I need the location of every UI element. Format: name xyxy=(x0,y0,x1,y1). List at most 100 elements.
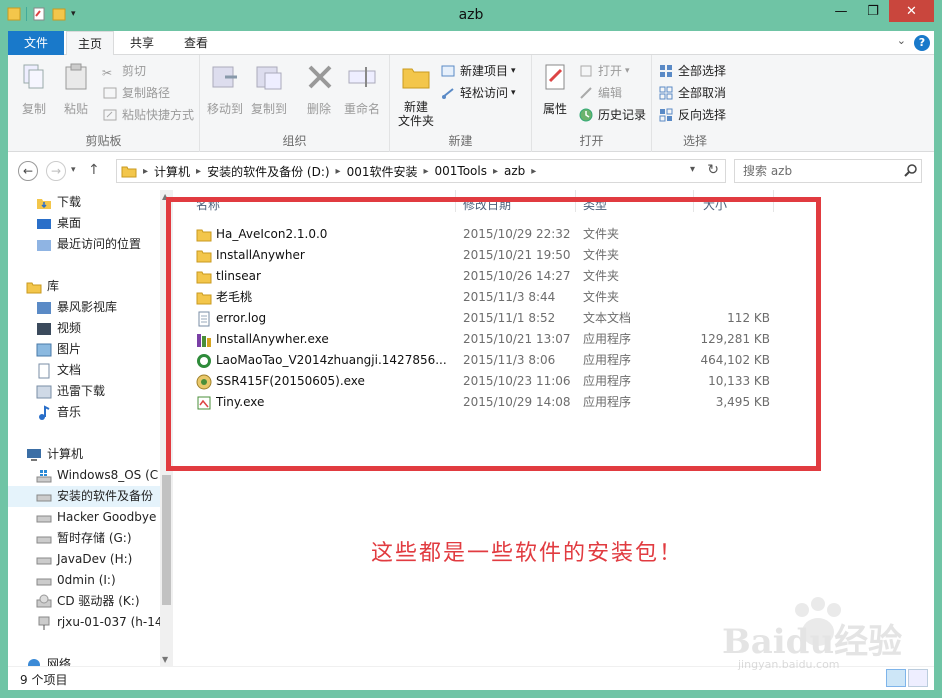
search-icon[interactable] xyxy=(904,163,918,177)
search-input[interactable]: 搜索 azb xyxy=(734,159,922,183)
recent-locations-icon[interactable]: ▾ xyxy=(71,165,76,175)
column-divider[interactable] xyxy=(693,190,694,212)
music-icon xyxy=(39,404,50,420)
select-all-button[interactable]: 全部选择 xyxy=(658,61,726,81)
nav-item-drive-d[interactable]: 安装的软件及备份 xyxy=(8,486,160,507)
nav-item-videos[interactable]: 视频 xyxy=(36,318,81,339)
file-row[interactable]: Ha_AveIcon2.1.0.0 2015/10/29 22:32 文件夹 xyxy=(196,224,776,245)
breadcrumb-separator-icon[interactable]: ▸ xyxy=(196,166,201,177)
up-icon[interactable]: ↑ xyxy=(88,162,100,178)
move-to-button[interactable]: 移动到 xyxy=(206,61,244,117)
nav-item-drive-i[interactable]: 0dmin (I:) xyxy=(36,570,116,591)
new-item-button[interactable]: 新建项目 ▾ xyxy=(440,61,516,81)
breadcrumb-separator-icon[interactable]: ▸ xyxy=(143,166,148,177)
breadcrumb-computer[interactable]: 计算机 xyxy=(154,163,190,180)
nav-item-music[interactable]: 音乐 xyxy=(36,402,81,423)
nav-item-pictures[interactable]: 图片 xyxy=(36,339,81,360)
nav-item-libraries[interactable]: 库 xyxy=(26,276,59,297)
history-button[interactable]: 历史记录 xyxy=(578,105,646,125)
scroll-up-icon[interactable]: ▲ xyxy=(162,192,168,201)
file-row[interactable]: 老毛桃 2015/11/3 8:44 文件夹 xyxy=(196,287,776,308)
back-icon[interactable]: ← xyxy=(18,161,38,181)
column-header-type[interactable]: 类型 xyxy=(583,196,607,213)
nav-scrollbar-thumb[interactable] xyxy=(162,475,171,605)
chevron-down-icon[interactable]: ⌄ xyxy=(897,34,906,47)
xunlei-icon xyxy=(36,385,52,398)
file-row[interactable]: InstallAnywher.exe 2015/10/21 13:07 应用程序… xyxy=(196,329,776,350)
copy-to-button[interactable]: 复制到 xyxy=(250,61,288,117)
nav-item-drive-hacker[interactable]: Hacker Goodbye xyxy=(36,507,156,528)
breadcrumb-separator-icon[interactable]: ▸ xyxy=(493,166,498,177)
file-row[interactable]: SSR415F(20150605).exe 2015/10/23 11:06 应… xyxy=(196,371,776,392)
file-row[interactable]: error.log 2015/11/1 8:52 文本文档 112 KB xyxy=(196,308,776,329)
file-row[interactable]: Tiny.exe 2015/10/29 14:08 应用程序 3,495 KB xyxy=(196,392,776,413)
rename-button[interactable]: 重命名 xyxy=(342,61,382,117)
new-folder-button[interactable]: 新建 文件夹 xyxy=(394,61,438,128)
nav-label: 0dmin (I:) xyxy=(57,573,116,587)
easy-access-button[interactable]: 轻松访问 ▾ xyxy=(440,83,516,103)
copy-button[interactable]: 复制 xyxy=(16,61,52,117)
nav-item-network-drive[interactable]: rjxu-01-037 (h-14 xyxy=(36,612,163,633)
delete-button[interactable]: 删除 xyxy=(304,61,334,117)
nav-item-documents[interactable]: 文档 xyxy=(36,360,81,381)
maximize-icon[interactable]: ❐ xyxy=(857,0,889,22)
paste-shortcut-button[interactable]: 粘贴快捷方式 xyxy=(102,105,194,125)
open-button[interactable]: 打开 ▾ xyxy=(578,61,630,81)
column-divider[interactable] xyxy=(773,190,774,212)
file-size: 464,102 KB xyxy=(700,353,770,367)
tab-share[interactable]: 共享 xyxy=(118,31,166,55)
forward-icon[interactable]: → xyxy=(46,161,66,181)
select-none-button[interactable]: 全部取消 xyxy=(658,83,726,103)
nav-item-downloads[interactable]: 下载 xyxy=(36,192,81,213)
videos-icon xyxy=(37,322,51,335)
ribbon-group-clipboard: 复制 粘贴 ✂ 剪切 复制路径 粘贴快捷方式 剪贴板 xyxy=(8,55,200,152)
address-history-dropdown-icon[interactable]: ▾ xyxy=(690,164,695,175)
nav-item-drive-c[interactable]: Windows8_OS (C xyxy=(36,465,158,486)
nav-label: 桌面 xyxy=(57,216,82,230)
open-label: 打开 xyxy=(598,64,623,78)
breadcrumb-install-folder[interactable]: 001软件安装 xyxy=(347,163,418,180)
nav-scrollbar[interactable]: ▲ ▼ xyxy=(160,190,173,666)
folder-icon xyxy=(196,271,212,284)
refresh-icon[interactable]: ↻ xyxy=(707,162,719,178)
nav-item-video-library[interactable]: 暴风影视库 xyxy=(36,297,117,318)
column-header-date[interactable]: 修改日期 xyxy=(463,196,511,213)
file-row[interactable]: InstallAnywher 2015/10/21 19:50 文件夹 xyxy=(196,245,776,266)
column-divider[interactable] xyxy=(575,190,576,212)
nav-item-cd-drive[interactable]: CD 驱动器 (K:) xyxy=(36,591,140,612)
nav-item-xunlei[interactable]: 迅雷下载 xyxy=(36,381,105,402)
help-icon[interactable]: ? xyxy=(914,35,930,51)
paste-button[interactable]: 粘贴 xyxy=(58,61,94,117)
properties-button[interactable]: 属性 xyxy=(538,61,572,117)
breadcrumb-drive[interactable]: 安装的软件及备份 (D:) xyxy=(207,163,329,180)
nav-item-recent[interactable]: 最近访问的位置 xyxy=(36,234,141,255)
cut-button[interactable]: ✂ 剪切 xyxy=(102,61,146,81)
tab-home[interactable]: 主页 xyxy=(66,31,114,56)
scroll-down-icon[interactable]: ▼ xyxy=(162,655,168,664)
file-row[interactable]: tlinsear 2015/10/26 14:27 文件夹 xyxy=(196,266,776,287)
breadcrumb-separator-icon[interactable]: ▸ xyxy=(423,166,428,177)
invert-selection-button[interactable]: 反向选择 xyxy=(658,105,726,125)
address-bar[interactable]: ▸ 计算机 ▸ 安装的软件及备份 (D:) ▸ 001软件安装 ▸ 001Too… xyxy=(116,159,726,183)
column-header-size[interactable]: 大小 xyxy=(703,196,727,213)
tab-file[interactable]: 文件 xyxy=(8,31,64,55)
column-divider[interactable] xyxy=(455,190,456,212)
copy-path-label: 复制路径 xyxy=(122,86,171,100)
nav-item-desktop[interactable]: 桌面 xyxy=(36,213,81,234)
nav-item-drive-h[interactable]: JavaDev (H:) xyxy=(36,549,132,570)
breadcrumb-separator-icon[interactable]: ▸ xyxy=(336,166,341,177)
breadcrumb-tools-folder[interactable]: 001Tools xyxy=(435,164,487,178)
nav-item-computer[interactable]: 计算机 xyxy=(26,444,83,465)
breadcrumb-separator-icon[interactable]: ▸ xyxy=(531,166,536,177)
minimize-icon[interactable]: — xyxy=(825,0,857,22)
column-header-name[interactable]: 名称 xyxy=(196,196,220,213)
breadcrumb-current-folder[interactable]: azb xyxy=(504,164,525,178)
nav-item-drive-g[interactable]: 暂时存储 (G:) xyxy=(36,528,132,549)
tab-view[interactable]: 查看 xyxy=(172,31,220,55)
copy-path-button[interactable]: 复制路径 xyxy=(102,83,170,103)
file-row[interactable]: LaoMaoTao_V2014zhuangji.1427856... 2015/… xyxy=(196,350,776,371)
close-icon[interactable]: ✕ xyxy=(889,0,934,22)
edit-button[interactable]: 编辑 xyxy=(578,83,622,103)
drive-icon xyxy=(36,578,52,585)
nav-item-network[interactable]: 网络 xyxy=(26,654,71,666)
